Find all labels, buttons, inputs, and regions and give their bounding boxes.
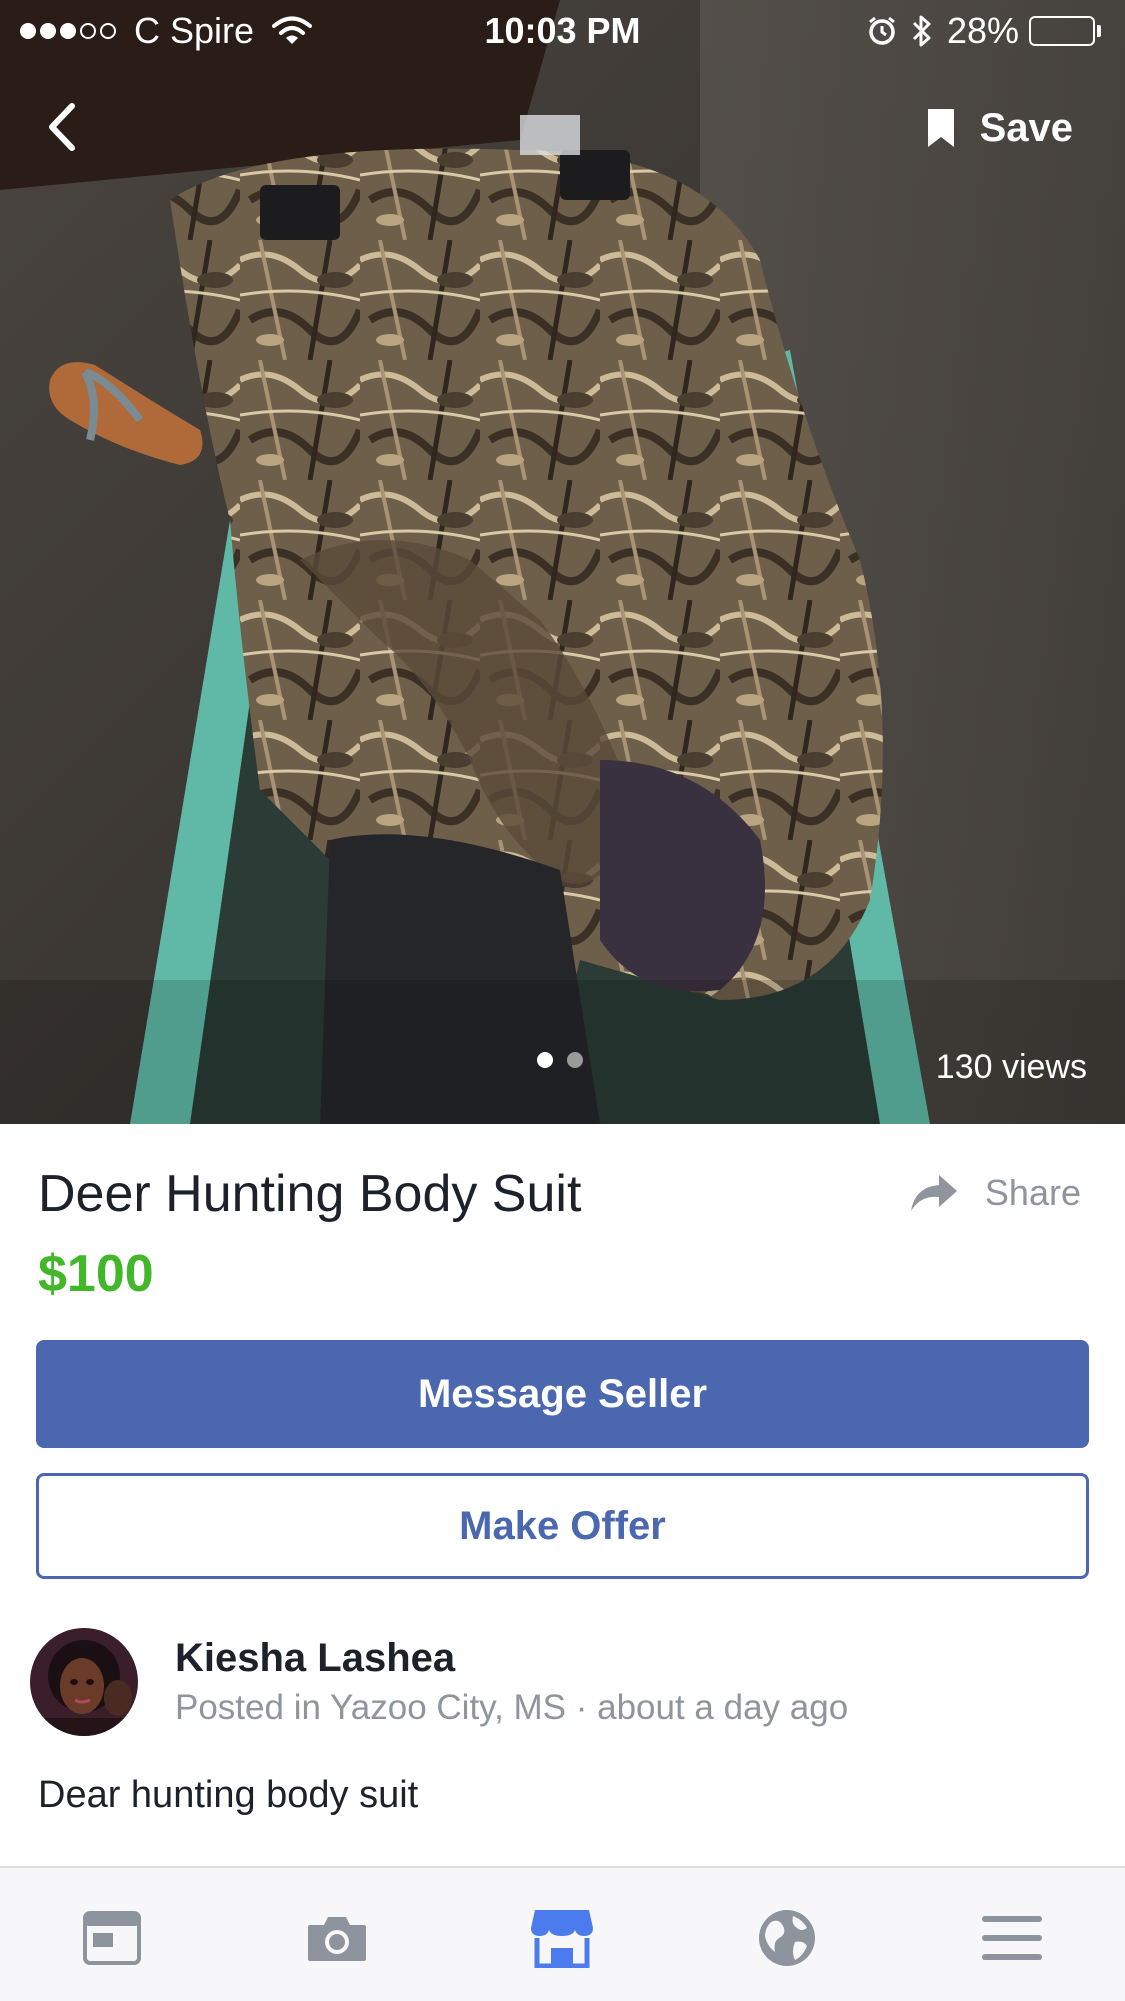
- status-right: 28%: [867, 10, 1101, 52]
- share-arrow-icon: [909, 1173, 959, 1213]
- page-dot-1[interactable]: [537, 1052, 553, 1068]
- bluetooth-icon: [911, 14, 933, 48]
- globe-icon: [759, 1910, 815, 1966]
- wifi-icon: [272, 16, 313, 46]
- bookmark-icon: [926, 107, 956, 149]
- alarm-icon: [867, 16, 897, 46]
- news-feed-icon: [83, 1911, 141, 1965]
- tab-menu[interactable]: [977, 1906, 1047, 1970]
- tab-globe[interactable]: [752, 1906, 822, 1970]
- seller-name[interactable]: Kiesha Lashea: [175, 1636, 455, 1681]
- message-seller-button[interactable]: Message Seller: [36, 1340, 1089, 1448]
- share-label: Share: [984, 1172, 1081, 1213]
- tab-camera[interactable]: [302, 1906, 372, 1970]
- post-meta: Posted in Yazoo City, MS · about a day a…: [175, 1688, 849, 1727]
- page-dot-2[interactable]: [567, 1052, 583, 1068]
- share-button[interactable]: Share: [909, 1172, 1081, 1214]
- save-button[interactable]: Save: [926, 98, 1073, 158]
- camera-icon: [308, 1917, 366, 1961]
- tab-bar: [0, 1866, 1125, 2001]
- marketplace-icon: [531, 1910, 593, 1968]
- photo-image: [0, 0, 1125, 1124]
- status-left: C Spire: [20, 10, 313, 52]
- make-offer-button[interactable]: Make Offer: [36, 1473, 1089, 1579]
- battery-percent: 28%: [946, 10, 1019, 51]
- menu-icon: [982, 1916, 1042, 1960]
- view-count: 130 views: [935, 1048, 1087, 1086]
- chevron-left-icon: [49, 103, 75, 151]
- tab-marketplace[interactable]: [527, 1906, 597, 1970]
- photo-pagination[interactable]: [537, 1052, 597, 1068]
- listing-description: Dear hunting body suit: [38, 1774, 419, 1816]
- back-button[interactable]: [36, 96, 86, 158]
- listing-price: $100: [38, 1245, 154, 1303]
- listing-photo[interactable]: C Spire 10:03 PM 28% Save 130 views: [0, 0, 1125, 1124]
- seller-avatar[interactable]: [30, 1628, 138, 1736]
- tab-news-feed[interactable]: [77, 1906, 147, 1970]
- carrier-name: C Spire: [134, 10, 255, 51]
- listing-title: Deer Hunting Body Suit: [38, 1165, 582, 1223]
- signal-strength-icon: [20, 23, 120, 39]
- save-label: Save: [979, 105, 1073, 150]
- battery-icon: [1029, 16, 1101, 46]
- status-bar: C Spire 10:03 PM 28%: [0, 0, 1125, 62]
